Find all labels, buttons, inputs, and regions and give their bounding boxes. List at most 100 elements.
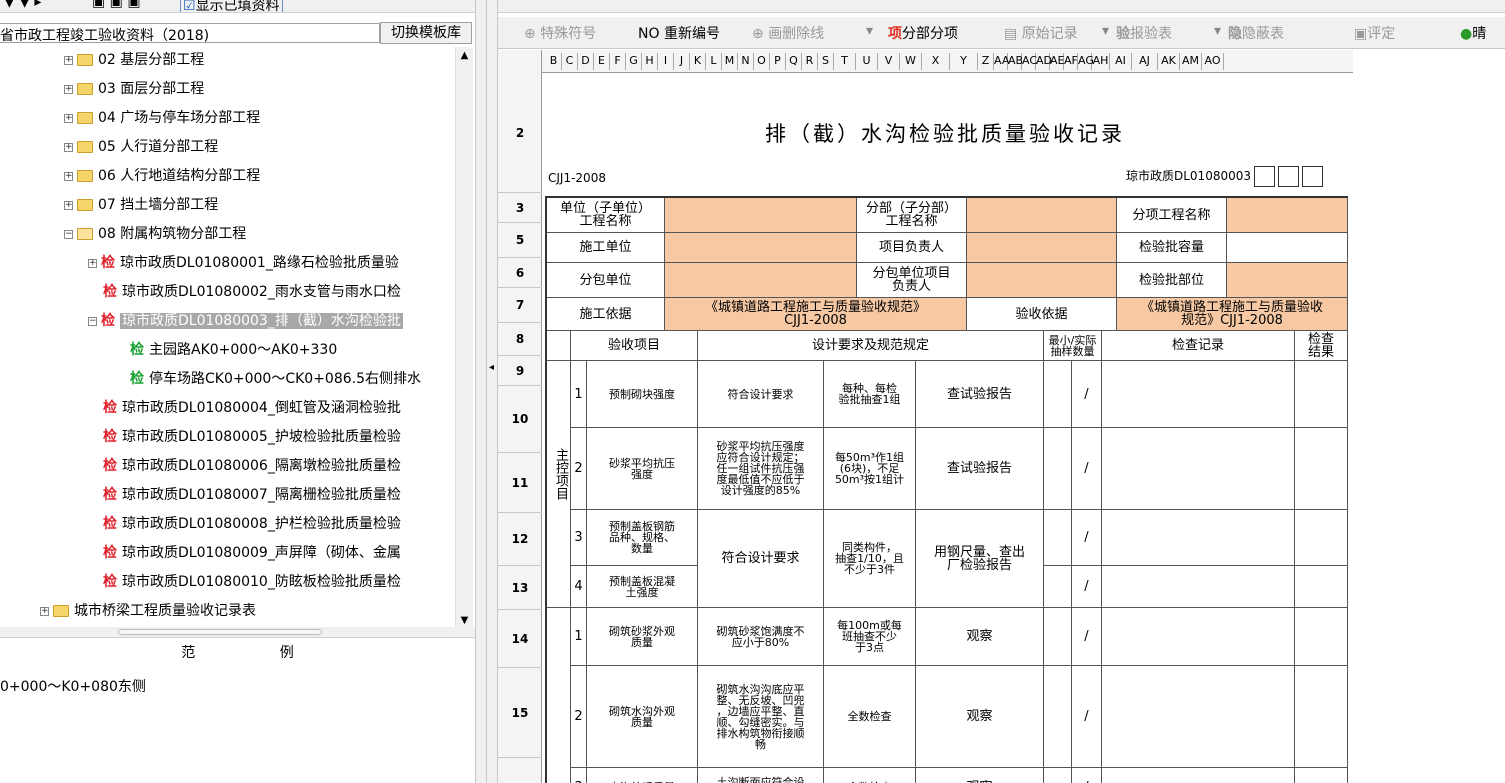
splitter-grip[interactable]	[118, 629, 322, 635]
panel-divider[interactable]: ◂	[475, 0, 498, 783]
code-box[interactable]	[1254, 166, 1276, 187]
column-label[interactable]: AO	[1202, 53, 1224, 70]
column-label[interactable]: E	[594, 53, 610, 70]
column-label[interactable]: AA	[994, 53, 1009, 70]
sample-min[interactable]	[1044, 510, 1072, 566]
tree-item[interactable]: +06 人行地道结构分部工程	[64, 163, 260, 189]
dropdown-icon[interactable]: ▾	[1214, 23, 1221, 39]
tree-item[interactable]: 检琼市政质DL01080009_声屏障（砌体、金属	[103, 540, 401, 566]
column-label[interactable]: D	[578, 53, 594, 70]
expand-icon[interactable]: +	[64, 200, 73, 210]
column-label[interactable]: I	[658, 53, 674, 70]
expand-icon[interactable]: +	[64, 171, 73, 181]
sample-min[interactable]	[1044, 428, 1072, 510]
basis-field[interactable]: 《城镇道路工程施工与质量验收规范》 CJJ1-2008	[665, 298, 967, 331]
record-field[interactable]	[1102, 768, 1295, 783]
row-label[interactable]: 9	[498, 356, 542, 386]
record-field[interactable]	[1102, 510, 1295, 566]
expand-icon[interactable]: +	[88, 258, 97, 268]
column-label[interactable]: T	[834, 53, 856, 70]
sample-actual[interactable]: /	[1072, 768, 1102, 783]
dropdown-icon[interactable]: ▾	[1102, 23, 1109, 39]
sub-builder-field[interactable]	[665, 263, 857, 298]
tree-item[interactable]: 检琼市政质DL01080007_隔离栅检验批质量检	[103, 482, 401, 508]
pm-field[interactable]	[967, 233, 1117, 263]
code-box[interactable]	[1278, 166, 1300, 187]
evaluate-button[interactable]: ▣评定	[1354, 23, 1395, 43]
strike-button[interactable]: ⊕ 画删除线	[752, 23, 824, 43]
sub-pm-field[interactable]	[967, 263, 1117, 298]
sample-actual[interactable]: /	[1072, 510, 1102, 566]
column-label[interactable]: Y	[950, 53, 978, 70]
tree-item[interactable]: − 08 附属构筑物分部工程	[64, 221, 246, 247]
column-label[interactable]: AG	[1078, 53, 1094, 70]
column-label[interactable]: R	[802, 53, 818, 70]
expand-icon[interactable]: +	[64, 142, 73, 152]
column-label[interactable]: K	[690, 53, 706, 70]
row-label[interactable]: 14	[498, 610, 542, 668]
nav-icon[interactable]: ▼ ▼ ▸	[4, 0, 41, 10]
column-label[interactable]: M	[722, 53, 738, 70]
tree-item[interactable]: 检琼市政质DL01080005_护坡检验批质量检验	[103, 424, 401, 450]
result-field[interactable]	[1295, 510, 1348, 566]
column-label[interactable]: P	[770, 53, 786, 70]
weather-button[interactable]: ●晴	[1460, 23, 1486, 43]
original-record-button[interactable]: ▤ 原始记录	[1004, 23, 1078, 43]
column-label[interactable]: AH	[1092, 53, 1110, 70]
column-label[interactable]: AB	[1008, 53, 1023, 70]
row-label[interactable]: 15	[498, 668, 542, 758]
tree-item[interactable]: 检琼市政质DL01080008_护栏检验批质量检验	[103, 511, 401, 537]
tree-scrollbar[interactable]: ▲ ▼	[455, 47, 473, 629]
column-label[interactable]: C	[562, 53, 578, 70]
sheet-corner[interactable]	[498, 50, 542, 73]
acceptance-basis-field[interactable]: 《城镇道路工程施工与质量验收 规范》CJJ1-2008	[1117, 298, 1348, 331]
location-field[interactable]	[1227, 263, 1348, 298]
show-filled-button[interactable]: ☑显示已填资料	[180, 0, 283, 12]
collapse-icon[interactable]: −	[88, 316, 97, 326]
column-label[interactable]: AK	[1158, 53, 1180, 70]
tree-item[interactable]: 检主园路AK0+000～AK0+330	[130, 337, 337, 363]
expand-icon[interactable]: +	[40, 606, 49, 616]
code-box[interactable]	[1302, 166, 1324, 187]
row-label[interactable]: 8	[498, 323, 542, 356]
row-label[interactable]: 11	[498, 453, 542, 513]
column-label[interactable]: B	[546, 53, 562, 70]
column-label[interactable]: Z	[978, 53, 994, 70]
expand-icon[interactable]: +	[64, 84, 73, 94]
sample-min[interactable]	[1044, 666, 1072, 768]
column-label[interactable]: J	[674, 53, 690, 70]
record-field[interactable]	[1102, 666, 1295, 768]
tree-item[interactable]: 检琼市政质DL01080004_倒虹管及涵洞检验批	[103, 395, 401, 421]
column-label[interactable]: O	[754, 53, 770, 70]
sample-min[interactable]	[1044, 361, 1072, 428]
collapse-icon[interactable]: −	[64, 229, 73, 239]
row-label[interactable]: 10	[498, 386, 542, 453]
subitem-button[interactable]: 项分部分项	[888, 23, 958, 43]
result-field[interactable]	[1295, 566, 1348, 608]
expand-icon[interactable]: +	[64, 55, 73, 65]
result-field[interactable]	[1295, 361, 1348, 428]
column-label[interactable]: S	[818, 53, 834, 70]
result-field[interactable]	[1295, 608, 1348, 666]
row-label[interactable]: 12	[498, 513, 542, 566]
tree-item[interactable]: +03 面层分部工程	[64, 76, 204, 102]
tree-item[interactable]: +05 人行道分部工程	[64, 134, 218, 160]
row-label[interactable]: 13	[498, 566, 542, 610]
column-label[interactable]: AI	[1110, 53, 1132, 70]
tree-item[interactable]: 检琼市政质DL01080010_防眩板检验批质量检	[103, 569, 401, 595]
sample-actual[interactable]: /	[1072, 666, 1102, 768]
row-label[interactable]: 6	[498, 258, 542, 288]
collapse-left-icon[interactable]: ◂	[489, 362, 494, 373]
record-field[interactable]	[1102, 608, 1295, 666]
column-label[interactable]: W	[900, 53, 922, 70]
column-label[interactable]: AM	[1180, 53, 1202, 70]
column-label[interactable]: F	[610, 53, 626, 70]
expand-icon[interactable]: +	[64, 113, 73, 123]
unit-name-field[interactable]	[665, 198, 857, 233]
sample-actual[interactable]: /	[1072, 361, 1102, 428]
row-label[interactable]: 3	[498, 193, 542, 223]
capacity-field[interactable]	[1227, 233, 1348, 263]
toolbar-icons[interactable]: ▣ ▣ ▣	[92, 0, 141, 10]
inspect-button[interactable]: 验报验表	[1116, 23, 1172, 43]
result-field[interactable]	[1295, 666, 1348, 768]
